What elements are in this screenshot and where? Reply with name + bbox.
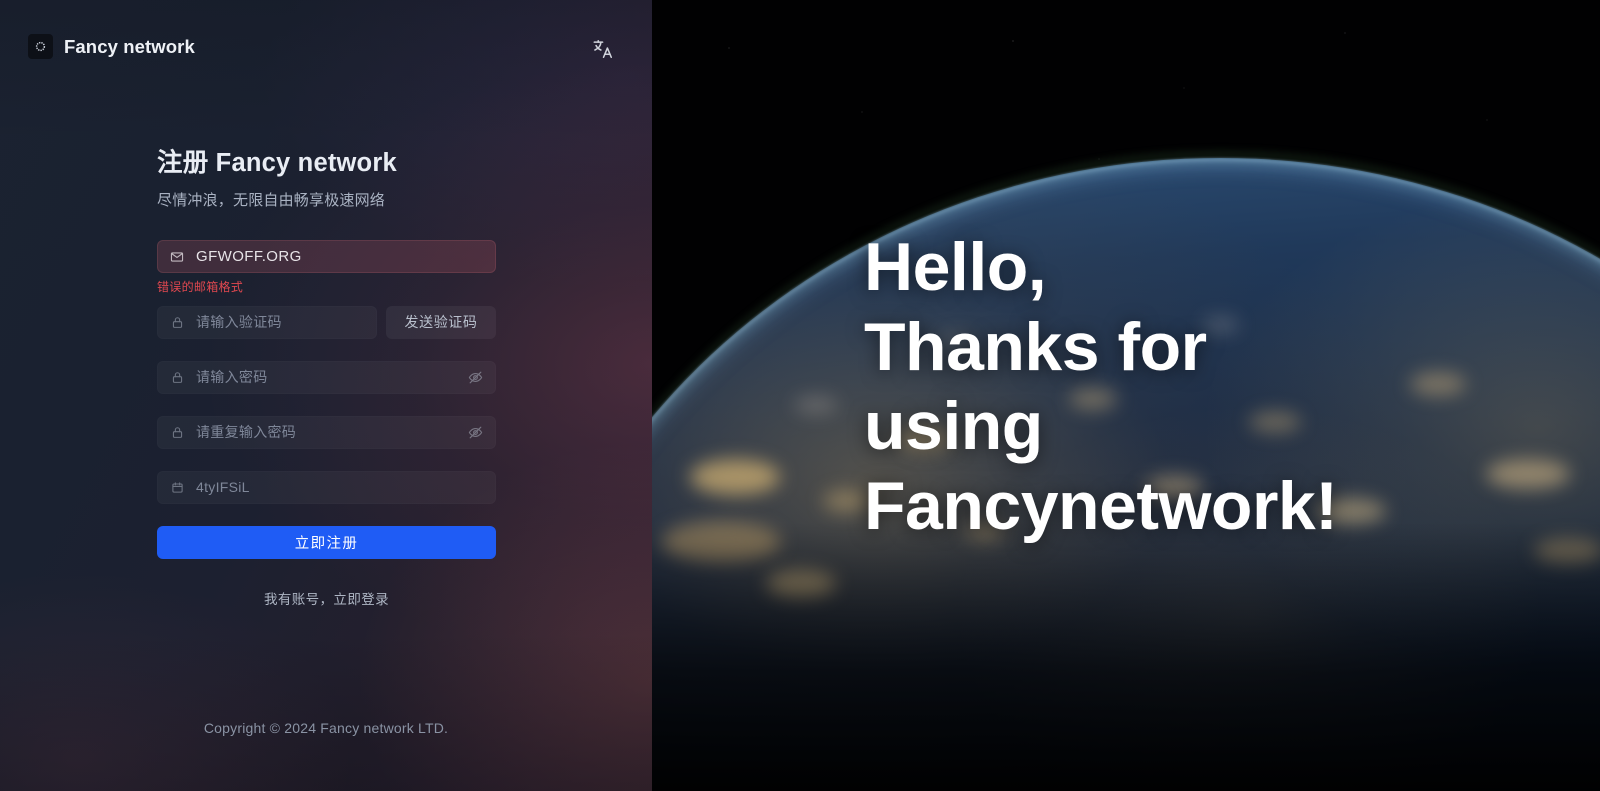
lock-icon — [169, 424, 185, 440]
eye-off-icon[interactable] — [466, 368, 484, 386]
register-page: Fancy network 注册 Fancy network 尽情冲浪，无限自由… — [0, 0, 1600, 791]
verification-code-placeholder: 请输入验证码 — [196, 314, 282, 331]
page-title: 注册 Fancy network — [157, 149, 397, 177]
brand-name: Fancy network — [64, 35, 195, 57]
password-confirm-placeholder: 请重复输入密码 — [196, 424, 297, 441]
hero-line-1: Hello, — [864, 229, 1047, 305]
ticket-icon — [169, 479, 185, 495]
login-link-row: 我有账号，立即登录 — [157, 588, 496, 609]
translate-icon[interactable] — [590, 36, 616, 62]
lock-icon — [169, 369, 185, 385]
verification-code-row: 请输入验证码 发送验证码 — [157, 305, 496, 339]
password-confirm-field[interactable]: 请重复输入密码 — [157, 415, 496, 449]
email-error-message: 错误的邮箱格式 — [157, 280, 244, 295]
password-field[interactable]: 请输入密码 — [157, 360, 496, 394]
hero-line-4: Fancynetwork! — [864, 467, 1338, 544]
email-field[interactable]: GFWOFF.ORG — [157, 240, 496, 274]
invite-code-placeholder: 4tyIFSiL — [196, 479, 250, 496]
copyright-text: Copyright © 2024 Fancy network LTD. — [203, 720, 449, 736]
brand-bar: Fancy network — [28, 34, 195, 59]
send-code-button[interactable]: 发送验证码 — [386, 305, 496, 339]
register-button[interactable]: 立即注册 — [157, 525, 496, 559]
goto-login-link[interactable]: 我有账号，立即登录 — [264, 592, 389, 607]
hero-panel: Hello, Thanks for using Fancynetwork! — [652, 0, 1600, 791]
hero-line-3: using — [864, 388, 1043, 465]
mail-icon — [169, 249, 185, 265]
left-form-panel: Fancy network 注册 Fancy network 尽情冲浪，无限自由… — [0, 0, 652, 791]
password-placeholder: 请输入密码 — [196, 369, 268, 386]
lock-icon — [169, 314, 185, 330]
page-subtitle: 尽情冲浪，无限自由畅享极速网络 — [157, 191, 386, 209]
gear-ring-icon — [28, 34, 53, 59]
register-form: 注册 Fancy network 尽情冲浪，无限自由畅享极速网络 GFWOFF.… — [157, 148, 496, 609]
verification-code-field[interactable]: 请输入验证码 — [157, 305, 377, 339]
form-fields: GFWOFF.ORG 错误的邮箱格式 请输入验证码 发送验证码 请输入密码 请重… — [157, 240, 496, 609]
hero-heading: Hello, Thanks for using Fancynetwork! — [864, 228, 1338, 546]
hero-line-2: Thanks for — [864, 308, 1207, 385]
invite-code-field[interactable]: 4tyIFSiL — [157, 470, 496, 504]
eye-off-icon[interactable] — [466, 423, 484, 441]
email-input-value: GFWOFF.ORG — [196, 248, 302, 266]
